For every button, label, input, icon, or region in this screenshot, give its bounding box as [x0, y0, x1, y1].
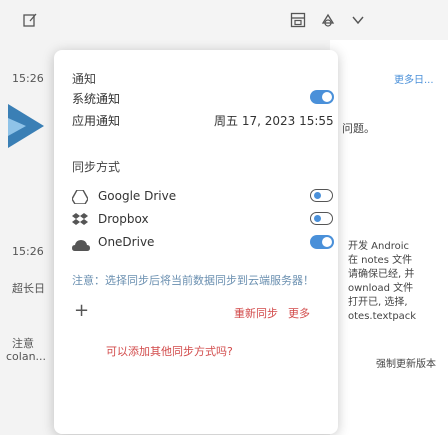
dropbox-icon: [72, 212, 88, 231]
more-link[interactable]: 更多: [288, 305, 310, 321]
sync-settings-popup: 通知 系统通知 应用通知 周五 17, 2023 15:55 同步方式 Goog…: [54, 50, 338, 434]
app-notify-label: 应用通知: [72, 114, 121, 128]
play-arrow-icon: [4, 96, 48, 156]
sync-option-dropbox[interactable]: Dropbox: [72, 210, 336, 230]
content-title: 问题。: [342, 122, 375, 135]
onedrive-icon: [72, 236, 90, 255]
layout-icon[interactable]: [288, 10, 308, 30]
sync-option-google-drive[interactable]: Google Drive: [71, 187, 336, 208]
onedrive-label: OneDrive: [98, 235, 155, 249]
sync-tip: 注意：选择同步后将当前数据同步到云端服务器！: [72, 274, 314, 287]
sync-option-onedrive[interactable]: OneDrive: [72, 233, 336, 253]
chevron-down-icon[interactable]: [348, 10, 368, 30]
section-sync-title: 同步方式: [72, 160, 121, 174]
sync-icon[interactable]: [318, 10, 338, 30]
note-time: 15:26: [12, 245, 44, 258]
note-content-panel: 更多日... 问题。 开发 Androic 在 notes 文件 请确保已经, …: [330, 40, 448, 435]
add-sync-button[interactable]: +: [74, 300, 89, 321]
content-line: ownload 文件: [348, 283, 414, 294]
notify-time: 周五 17, 2023 15:55: [214, 114, 334, 128]
resync-link[interactable]: 重新同步: [234, 305, 278, 321]
note-time: 15:26: [12, 72, 44, 85]
content-line: 打开已, 选择,: [348, 297, 408, 308]
dropbox-toggle[interactable]: [310, 212, 333, 225]
left-sidebar: 15:26 15:26 超长日 注意 colan...: [0, 0, 60, 435]
onedrive-toggle[interactable]: [310, 235, 334, 249]
content-footer: 强制更新版本: [376, 359, 436, 370]
top-toolbar: [60, 0, 448, 40]
google-drive-icon: [71, 189, 89, 208]
note-title: 注意: [12, 337, 34, 350]
note-snippet: 超长日: [12, 282, 45, 295]
more-link[interactable]: 更多日...: [394, 74, 434, 88]
google-drive-label: Google Drive: [98, 189, 177, 203]
add-other-sync-question[interactable]: 可以添加其他同步方式吗?: [106, 343, 233, 359]
google-drive-toggle[interactable]: [310, 189, 333, 202]
content-lines: 开发 Androic 在 notes 文件 请确保已经, 并 ownload 文…: [348, 240, 416, 324]
note-snippet: colan...: [6, 350, 47, 363]
content-line: otes.textpack: [348, 311, 417, 322]
content-line: 在 notes 文件: [348, 255, 413, 266]
system-notify-label: 系统通知: [72, 92, 121, 106]
content-line: 开发 Androic: [348, 241, 409, 252]
content-line: 请确保已经, 并: [348, 269, 415, 280]
new-note-icon[interactable]: [22, 12, 38, 28]
section-notifications-title: 通知: [72, 72, 97, 86]
system-notify-toggle[interactable]: [310, 90, 334, 104]
dropbox-label: Dropbox: [98, 212, 149, 226]
